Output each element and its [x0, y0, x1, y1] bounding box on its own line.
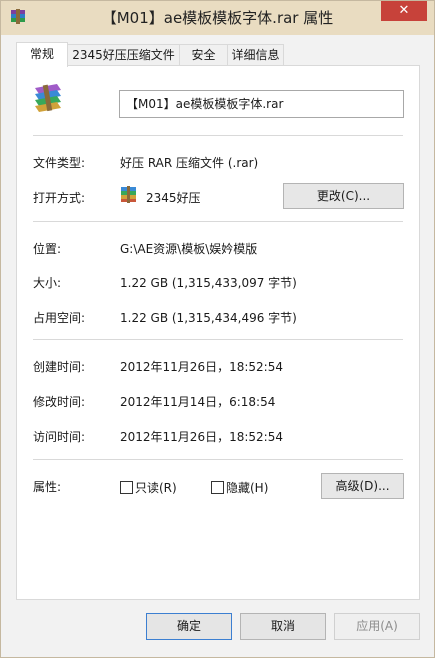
created-value: 2012年11月26日，18:52:54 [120, 360, 283, 374]
tab-details[interactable]: 详细信息 [227, 44, 284, 65]
disk-size-value: 1.22 GB (1,315,434,496 字节) [120, 311, 297, 325]
general-panel: 【M01】ae模板模板字体.rar 文件类型: 好压 RAR 压缩文件 (.ra… [16, 65, 420, 600]
size-label: 大小: [33, 276, 62, 290]
attributes-label: 属性: [33, 480, 62, 494]
tab-general[interactable]: 常规 [16, 42, 68, 67]
tab-security[interactable]: 安全 [179, 44, 228, 65]
accessed-label: 访问时间: [33, 430, 86, 444]
cancel-button[interactable]: 取消 [240, 613, 326, 640]
change-button[interactable]: 更改(C)... [283, 183, 404, 209]
tab-2345-archive[interactable]: 2345好压压缩文件 [67, 44, 180, 65]
hidden-checkbox[interactable] [211, 481, 224, 494]
readonly-checkbox[interactable] [120, 481, 133, 494]
created-label: 创建时间: [33, 360, 86, 374]
file-type-value: 好压 RAR 压缩文件 (.rar) [120, 156, 259, 170]
title-bar[interactable]: 【M01】ae模板模板字体.rar 属性 ✕ [1, 1, 434, 35]
size-value: 1.22 GB (1,315,433,097 字节) [120, 276, 297, 290]
separator [33, 459, 403, 460]
hidden-label[interactable]: 隐藏(H) [226, 479, 268, 496]
separator [33, 339, 403, 340]
location-label: 位置: [33, 242, 62, 256]
disk-size-label: 占用空间: [33, 311, 86, 325]
modified-value: 2012年11月14日，6:18:54 [120, 395, 276, 409]
file-type-label: 文件类型: [33, 156, 86, 170]
separator [33, 221, 403, 222]
filename-input[interactable]: 【M01】ae模板模板字体.rar [119, 90, 404, 118]
location-value: G:\AE资源\模板\娱妗模版 [120, 242, 258, 256]
readonly-label[interactable]: 只读(R) [135, 479, 177, 496]
ok-button[interactable]: 确定 [146, 613, 232, 640]
advanced-button[interactable]: 高级(D)... [321, 473, 404, 499]
separator [33, 135, 403, 136]
properties-window: 【M01】ae模板模板字体.rar 属性 ✕ 常规 2345好压压缩文件 安全 … [0, 0, 435, 658]
open-with-label: 打开方式: [33, 191, 86, 205]
close-button[interactable]: ✕ [381, 1, 427, 21]
accessed-value: 2012年11月26日，18:52:54 [120, 430, 283, 444]
window-title: 【M01】ae模板模板字体.rar 属性 [101, 9, 334, 27]
modified-label: 修改时间: [33, 395, 86, 409]
open-with-value: 2345好压 [146, 191, 201, 205]
apply-button[interactable]: 应用(A) [334, 613, 420, 640]
archive-icon [35, 84, 61, 112]
haozip-icon [121, 186, 136, 203]
